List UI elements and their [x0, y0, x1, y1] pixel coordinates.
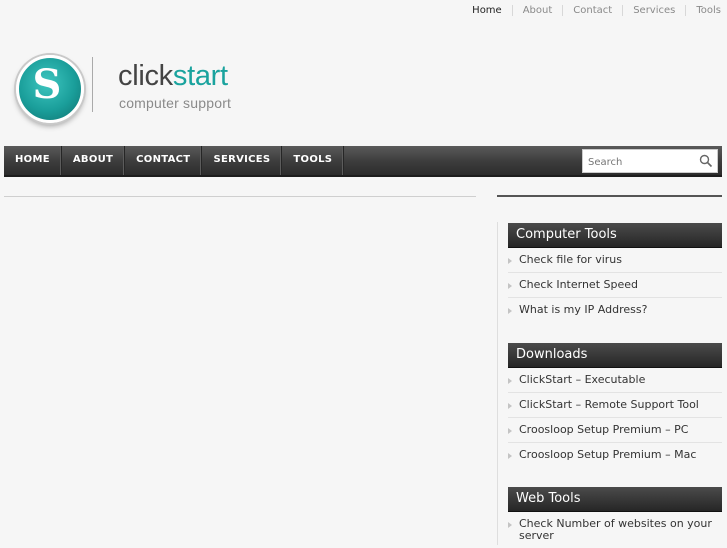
list-item[interactable]: What is my IP Address?	[508, 298, 722, 322]
main-nav: HOME ABOUT CONTACT SERVICES TOOLS	[4, 146, 722, 177]
top-nav: Home About Contact Services Tools	[462, 0, 727, 20]
nav-about[interactable]: ABOUT	[62, 146, 126, 175]
widget-list: Check Number of websites on your server	[508, 512, 722, 548]
search-box	[582, 149, 718, 174]
search-icon[interactable]	[699, 154, 713, 168]
widget-title: Computer Tools	[508, 223, 722, 248]
widget-web-tools: Web Tools Check Number of websites on yo…	[508, 487, 722, 548]
list-item[interactable]: ClickStart – Executable	[508, 368, 722, 393]
widget-list: ClickStart – Executable ClickStart – Rem…	[508, 368, 722, 467]
top-nav-home[interactable]: Home	[462, 5, 512, 16]
list-item[interactable]: Check Number of websites on your server	[508, 512, 722, 548]
site-logo[interactable]: S clickstart computer support	[16, 55, 276, 125]
list-item[interactable]: Croosloop Setup Premium – PC	[508, 418, 722, 443]
top-nav-services[interactable]: Services	[622, 4, 685, 16]
top-nav-about[interactable]: About	[511, 4, 563, 16]
list-item[interactable]: Check Internet Speed	[508, 273, 722, 298]
nav-tools[interactable]: TOOLS	[282, 146, 345, 175]
nav-home[interactable]: HOME	[4, 146, 62, 175]
top-nav-contact[interactable]: Contact	[562, 4, 622, 16]
top-nav-tools[interactable]: Tools	[685, 4, 727, 16]
site-title-prefix: click	[118, 60, 173, 92]
sidebar-left-border	[497, 222, 498, 545]
list-item[interactable]: Croosloop Setup Premium – Mac	[508, 443, 722, 467]
search-input[interactable]	[583, 151, 703, 174]
widget-title: Downloads	[508, 343, 722, 368]
list-item[interactable]: Check file for virus	[508, 248, 722, 273]
widget-title: Web Tools	[508, 487, 722, 512]
widget-downloads: Downloads ClickStart – Executable ClickS…	[508, 343, 722, 467]
site-title-accent: start	[172, 60, 228, 92]
widget-list: Check file for virus Check Internet Spee…	[508, 248, 722, 322]
nav-services[interactable]: SERVICES	[202, 146, 283, 175]
content-divider	[4, 196, 476, 197]
site-tagline: computer support	[119, 95, 232, 111]
logo-letter: S	[32, 61, 62, 108]
sidebar-top-divider	[497, 195, 722, 197]
list-item[interactable]: ClickStart – Remote Support Tool	[508, 393, 722, 418]
site-title: clickstart	[118, 61, 228, 91]
widget-computer-tools: Computer Tools Check file for virus Chec…	[508, 223, 722, 322]
nav-contact[interactable]: CONTACT	[125, 146, 203, 175]
logo-divider	[92, 57, 93, 112]
